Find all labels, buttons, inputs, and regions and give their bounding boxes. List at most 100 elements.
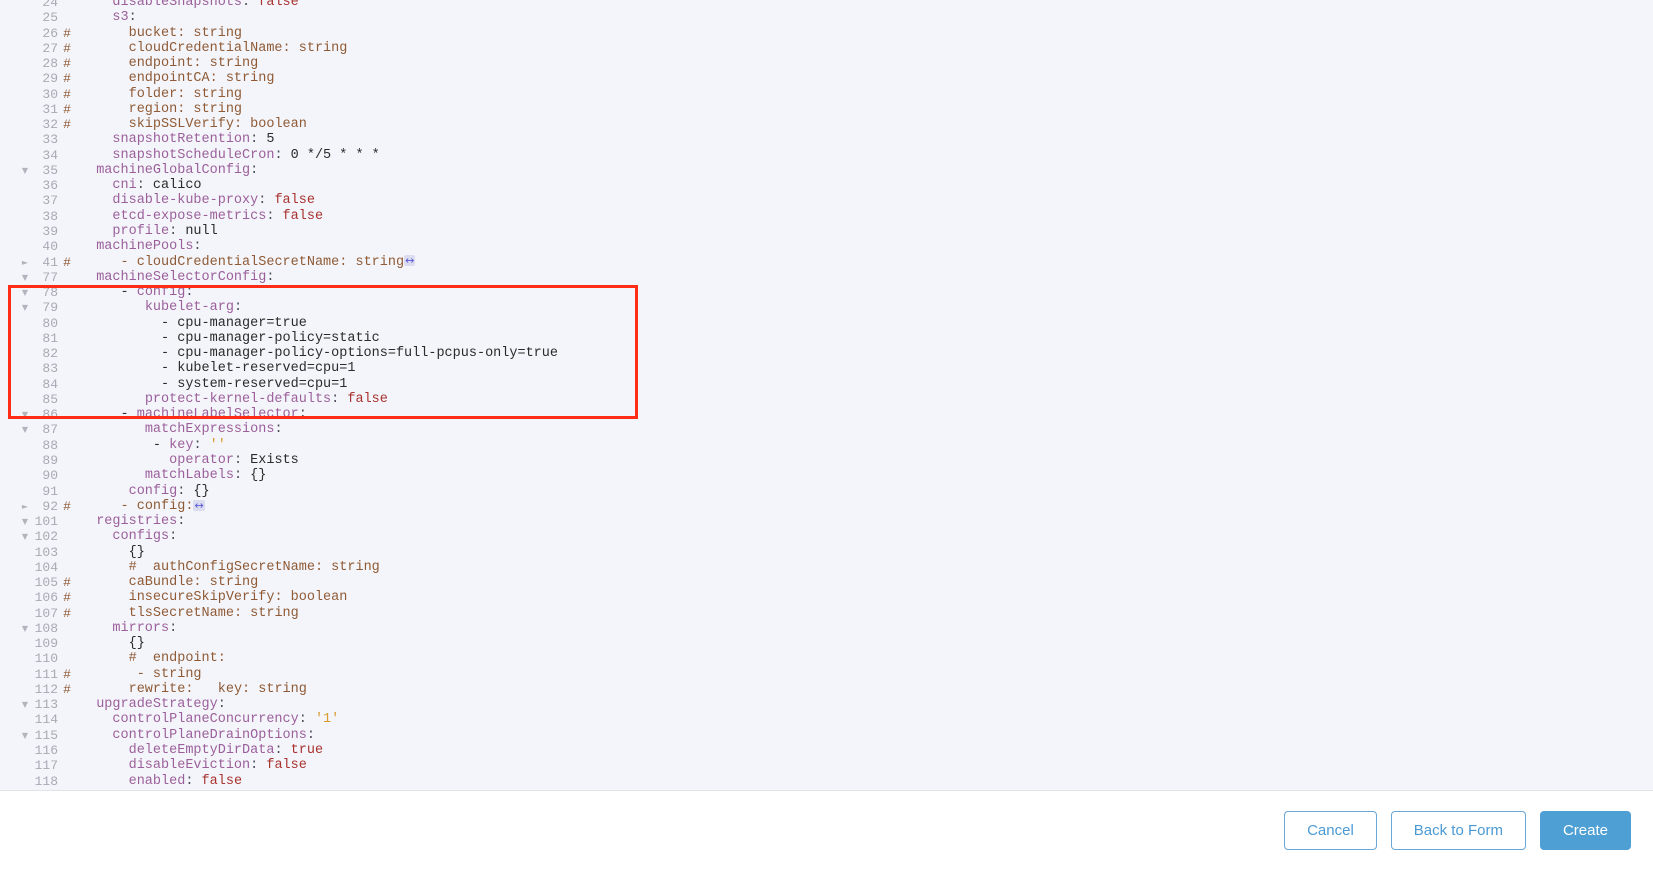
- line-number: 83: [42, 361, 58, 377]
- code-line[interactable]: 109 {}: [0, 636, 1653, 651]
- code-line[interactable]: 110 # endpoint:: [0, 651, 1653, 666]
- yaml-code-editor[interactable]: 24 disableSnapshots: false 25 s3: 26 # buck…: [0, 0, 1653, 790]
- code-line[interactable]: 82 - cpu-manager-policy-options=full-pcp…: [0, 346, 1653, 361]
- code-line[interactable]: 33 snapshotRetention: 5: [0, 132, 1653, 147]
- line-number: 26: [42, 25, 58, 41]
- fold-arrow-icon[interactable]: [0, 407, 28, 422]
- code-line[interactable]: 32 # skipSSLVerify: boolean: [0, 117, 1653, 132]
- code-line[interactable]: 24 disableSnapshots: false: [0, 0, 1653, 10]
- code-line[interactable]: 41 # - cloudCredentialSecretName: string↔: [0, 255, 1653, 270]
- comment-hash-marker: #: [63, 681, 71, 697]
- footer-bar: Cancel Back to Form Create: [0, 790, 1653, 885]
- code-line[interactable]: 81 - cpu-manager-policy=static: [0, 331, 1653, 346]
- code-text: endpointCA: string: [128, 71, 275, 87]
- fold-arrow-icon[interactable]: [0, 300, 28, 315]
- code-line[interactable]: 116 deleteEmptyDirData: true: [0, 743, 1653, 758]
- code-line[interactable]: 29 # endpointCA: string: [0, 71, 1653, 86]
- fold-arrow-icon[interactable]: [0, 422, 28, 437]
- code-line[interactable]: 111 # - string: [0, 667, 1653, 682]
- fold-arrow-icon[interactable]: [0, 697, 28, 712]
- code-line[interactable]: 28 # endpoint: string: [0, 56, 1653, 71]
- code-line[interactable]: 101 registries:: [0, 514, 1653, 529]
- code-line[interactable]: 30 # folder: string: [0, 87, 1653, 102]
- code-text: configs:: [112, 529, 178, 545]
- fold-arrow-icon[interactable]: [0, 621, 28, 636]
- code-line[interactable]: 91 config: {}: [0, 484, 1653, 499]
- code-line[interactable]: 77 machineSelectorConfig:: [0, 270, 1653, 285]
- code-line[interactable]: 108 mirrors:: [0, 621, 1653, 636]
- fold-arrow-icon[interactable]: [0, 163, 28, 178]
- code-line[interactable]: 118 enabled: false: [0, 774, 1653, 789]
- code-line[interactable]: 38 etcd-expose-metrics: false: [0, 209, 1653, 224]
- code-line[interactable]: 92 # - config:↔: [0, 499, 1653, 514]
- code-line[interactable]: 36 cni: calico: [0, 178, 1653, 193]
- code-text: kubelet-arg:: [144, 300, 243, 316]
- line-number: 82: [42, 346, 58, 362]
- code-line[interactable]: 103 {}: [0, 545, 1653, 560]
- fold-arrow-icon[interactable]: [0, 514, 28, 529]
- code-line[interactable]: 88 - key: '': [0, 438, 1653, 453]
- code-line[interactable]: 105 # caBundle: string: [0, 575, 1653, 590]
- code-line[interactable]: 84 - system-reserved=cpu=1: [0, 377, 1653, 392]
- code-line[interactable]: 106 # insecureSkipVerify: boolean: [0, 590, 1653, 605]
- code-line[interactable]: 83 - kubelet-reserved=cpu=1: [0, 361, 1653, 376]
- comment-hash-marker: #: [63, 254, 71, 270]
- code-text: profile: null: [112, 223, 218, 239]
- code-line[interactable]: 34 snapshotScheduleCron: 0 */5 * * *: [0, 148, 1653, 163]
- fold-arrow-icon[interactable]: [0, 270, 28, 285]
- line-number: 108: [34, 620, 58, 636]
- line-number: 24: [42, 0, 58, 10]
- code-line[interactable]: 115 controlPlaneDrainOptions:: [0, 728, 1653, 743]
- code-line[interactable]: 25 s3:: [0, 10, 1653, 25]
- code-line[interactable]: 107 # tlsSecretName: string: [0, 606, 1653, 621]
- code-text: - cpu-manager-policy=static: [161, 330, 380, 346]
- code-line[interactable]: 117 disableEviction: false: [0, 758, 1653, 773]
- comment-hash-marker: #: [63, 71, 71, 87]
- code-line[interactable]: 86 - machineLabelSelector:: [0, 407, 1653, 422]
- line-number: 38: [42, 208, 58, 224]
- code-line[interactable]: 27 # cloudCredentialName: string: [0, 41, 1653, 56]
- line-number: 116: [34, 743, 58, 759]
- code-line[interactable]: 39 profile: null: [0, 224, 1653, 239]
- code-text: # authConfigSecretName: string: [128, 559, 380, 575]
- code-line[interactable]: 80 - cpu-manager=true: [0, 316, 1653, 331]
- create-button[interactable]: Create: [1539, 811, 1631, 850]
- fold-arrow-icon[interactable]: [0, 728, 28, 743]
- comment-hash-marker: #: [63, 498, 71, 514]
- code-line[interactable]: 78 - config:: [0, 285, 1653, 300]
- cancel-button[interactable]: Cancel: [1284, 811, 1377, 850]
- code-line[interactable]: 35 machineGlobalConfig:: [0, 163, 1653, 178]
- code-text: s3:: [112, 10, 137, 26]
- line-number: 31: [42, 101, 58, 117]
- line-number: 29: [42, 71, 58, 87]
- code-line[interactable]: 102 configs:: [0, 529, 1653, 544]
- code-line[interactable]: 87 matchExpressions:: [0, 422, 1653, 437]
- code-line[interactable]: 79 kubelet-arg:: [0, 300, 1653, 315]
- code-line[interactable]: 89 operator: Exists: [0, 453, 1653, 468]
- fold-arrow-icon[interactable]: [0, 255, 28, 270]
- line-number: 104: [34, 559, 58, 575]
- code-line[interactable]: 90 matchLabels: {}: [0, 468, 1653, 483]
- code-line[interactable]: 26 # bucket: string: [0, 26, 1653, 41]
- code-text: machinePools:: [96, 239, 202, 255]
- fold-arrow-icon[interactable]: [0, 499, 28, 514]
- code-line[interactable]: 113 upgradeStrategy:: [0, 697, 1653, 712]
- code-line[interactable]: 37 disable-kube-proxy: false: [0, 193, 1653, 208]
- code-text: {}: [128, 636, 145, 652]
- code-text: etcd-expose-metrics: false: [112, 208, 324, 224]
- line-number: 35: [42, 162, 58, 178]
- code-line[interactable]: 112 # rewrite: key: string: [0, 682, 1653, 697]
- line-number: 88: [42, 437, 58, 453]
- code-line[interactable]: 31 # region: string: [0, 102, 1653, 117]
- fold-arrow-icon[interactable]: [0, 529, 28, 544]
- code-line[interactable]: 104 # authConfigSecretName: string: [0, 560, 1653, 575]
- code-line[interactable]: 114 controlPlaneConcurrency: '1': [0, 712, 1653, 727]
- code-line[interactable]: 40 machinePools:: [0, 239, 1653, 254]
- code-line[interactable]: 85 protect-kernel-defaults: false: [0, 392, 1653, 407]
- line-number: 84: [42, 376, 58, 392]
- code-text: - machineLabelSelector:: [120, 407, 307, 423]
- line-number: 111: [34, 666, 58, 682]
- back-to-form-button[interactable]: Back to Form: [1390, 811, 1526, 850]
- fold-arrow-icon[interactable]: [0, 285, 28, 300]
- comment-hash-marker: #: [63, 56, 71, 72]
